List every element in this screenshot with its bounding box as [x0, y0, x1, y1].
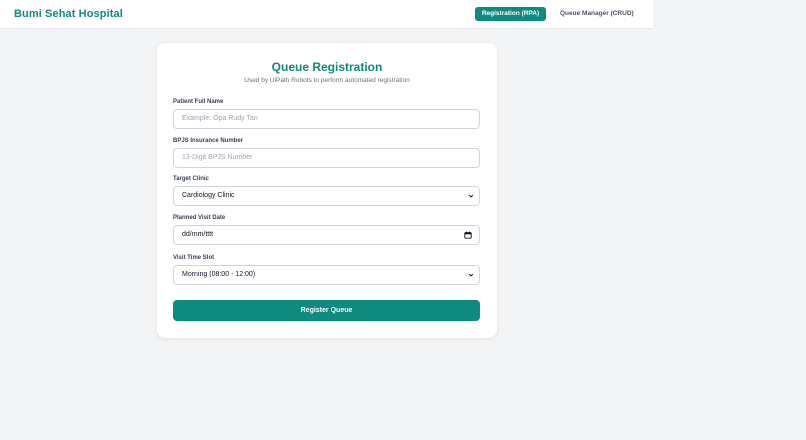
bpjs-number-input[interactable]: 13-Digit BPJS Number: [173, 148, 480, 168]
brand-title: Bumi Sehat Hospital: [14, 8, 123, 20]
patient-name-input[interactable]: Example: Opa Rudy Tan: [173, 109, 480, 129]
time-slot-selected-value: Morning (08:00 - 12:00): [182, 271, 256, 278]
clinic-group: Target Clinic Cardiology Clinic: [173, 175, 480, 206]
bpjs-number-label: BPJS Insurance Number: [173, 138, 244, 144]
clinic-select[interactable]: Cardiology Clinic: [173, 186, 480, 206]
time-slot-select[interactable]: Morning (08:00 - 12:00): [173, 265, 480, 285]
chevron-down-icon: [468, 273, 474, 277]
registration-card: Queue Registration Used by UiPath Robots…: [157, 43, 497, 338]
nav-links: Registration (RPA) Queue Manager (CRUD): [475, 7, 641, 21]
visit-date-input[interactable]: dd/mm/tttt: [173, 225, 480, 245]
patient-name-label: Patient Full Name: [173, 99, 224, 105]
register-queue-button[interactable]: Register Queue: [173, 300, 480, 321]
top-navbar: Bumi Sehat Hospital Registration (RPA) Q…: [0, 0, 653, 29]
calendar-icon[interactable]: [464, 231, 472, 239]
chevron-down-icon: [468, 194, 474, 198]
time-slot-label: Visit Time Slot: [173, 255, 215, 261]
visit-date-group: Planned Visit Date dd/mm/tttt: [173, 214, 480, 245]
bpjs-number-group: BPJS Insurance Number 13-Digit BPJS Numb…: [173, 137, 480, 168]
clinic-selected-value: Cardiology Clinic: [182, 192, 235, 199]
visit-date-value: dd/mm/tttt: [182, 231, 214, 238]
nav-registration-rpa[interactable]: Registration (RPA): [475, 7, 546, 21]
time-slot-group: Visit Time Slot Morning (08:00 - 12:00): [173, 254, 480, 285]
patient-name-group: Patient Full Name Example: Opa Rudy Tan: [173, 98, 480, 129]
visit-date-label: Planned Visit Date: [173, 215, 226, 221]
nav-queue-manager[interactable]: Queue Manager (CRUD): [553, 7, 641, 21]
clinic-label: Target Clinic: [173, 176, 209, 182]
form-subtitle: Used by UiPath Robots to perform automat…: [244, 77, 410, 84]
form-title: Queue Registration: [271, 60, 383, 74]
